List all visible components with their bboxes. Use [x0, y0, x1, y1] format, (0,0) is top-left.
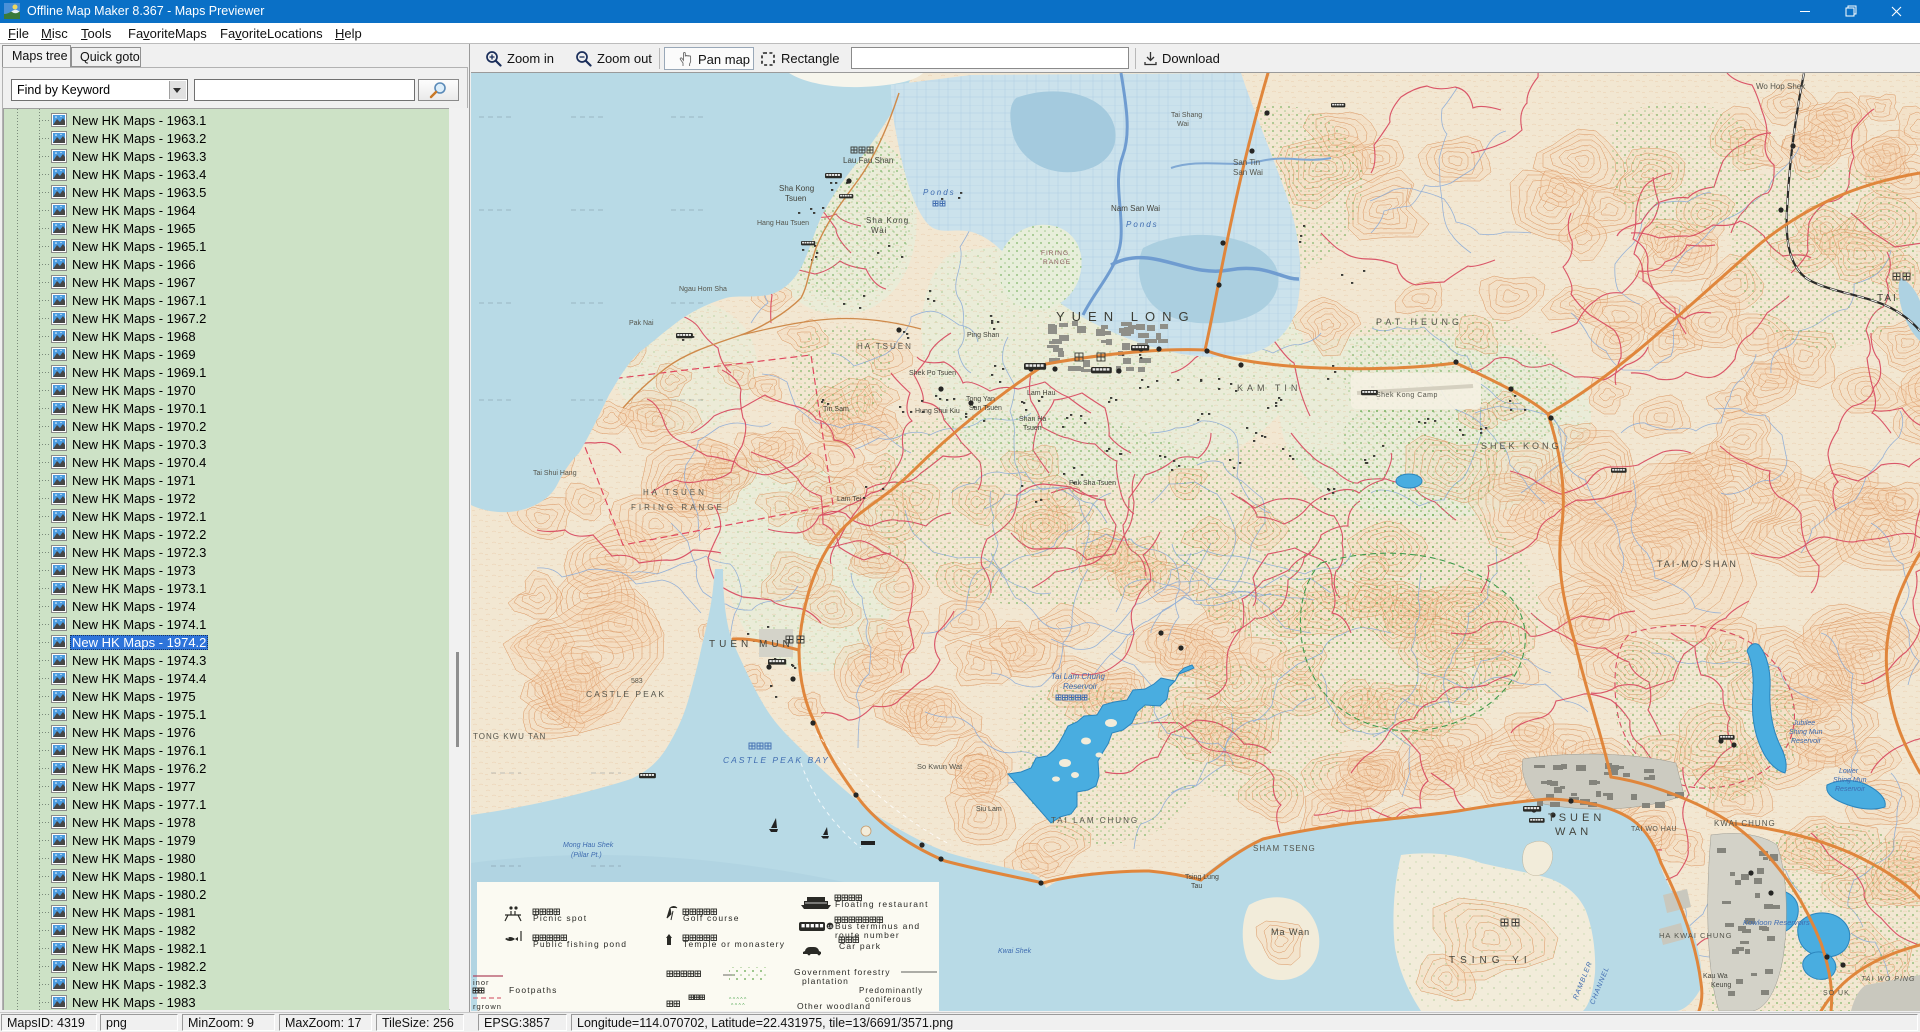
svg-text:San Wai: San Wai: [1233, 168, 1263, 177]
svg-text:Golf course: Golf course: [683, 913, 740, 923]
svg-text:16: 16: [827, 924, 833, 929]
svg-text:Wai: Wai: [1177, 121, 1189, 128]
svg-text:Tsing Lung: Tsing Lung: [1185, 874, 1219, 881]
svg-text:FIRING: FIRING: [1041, 250, 1069, 257]
svg-text:coniferous: coniferous: [865, 995, 912, 1004]
svg-text:SHAM TSENG: SHAM TSENG: [1253, 844, 1316, 853]
svg-text:HA TSUEN: HA TSUEN: [643, 488, 707, 497]
svg-text:Shing Mun: Shing Mun: [1789, 729, 1823, 736]
svg-text:PAT HEUNG: PAT HEUNG: [1376, 317, 1463, 327]
svg-text:(Pillar Pt.): (Pillar Pt.): [571, 852, 602, 859]
svg-text:plantation: plantation: [802, 976, 849, 986]
svg-text:HA KWAI CHUNG: HA KWAI CHUNG: [1659, 931, 1733, 940]
svg-text:Jubilee: Jubilee: [1792, 720, 1815, 727]
svg-text:Kau Wa: Kau Wa: [1703, 973, 1728, 980]
svg-text:Mong Hau Shek: Mong Hau Shek: [563, 842, 614, 849]
svg-text:Car park: Car park: [839, 941, 881, 951]
svg-text:TAI-MO-SHAN: TAI-MO-SHAN: [1657, 559, 1738, 569]
svg-text:583: 583: [631, 678, 643, 685]
svg-text:Tai Lam Chung: Tai Lam Chung: [1051, 672, 1106, 681]
svg-text:Predominantly: Predominantly: [859, 986, 923, 995]
svg-text:Keung: Keung: [1711, 982, 1731, 989]
svg-text:San Tsuen: San Tsuen: [969, 405, 1002, 412]
svg-text:Hung Shui Kiu: Hung Shui Kiu: [915, 408, 960, 415]
svg-text:Wo Hop Shek: Wo Hop Shek: [1756, 82, 1806, 91]
svg-text:Wai: Wai: [871, 226, 887, 235]
svg-text:Lau Fau Shan: Lau Fau Shan: [843, 156, 893, 165]
svg-text:Lower: Lower: [1839, 768, 1859, 775]
svg-text:KWAI CHUNG: KWAI CHUNG: [1714, 819, 1776, 828]
svg-text:Other woodland: Other woodland: [797, 1001, 871, 1011]
svg-text:Shing Mun: Shing Mun: [1833, 777, 1867, 784]
svg-text:Ma Wan: Ma Wan: [1271, 927, 1310, 937]
svg-text:Ngau Hom Sha: Ngau Hom Sha: [679, 286, 727, 293]
svg-text:Shek Po Tsuen: Shek Po Tsuen: [909, 370, 956, 377]
svg-text:Kwai Shek: Kwai Shek: [998, 948, 1032, 955]
svg-text:Picnic spot: Picnic spot: [533, 913, 587, 923]
svg-text:Sha Kong: Sha Kong: [866, 216, 909, 225]
svg-text:San Tin: San Tin: [1233, 158, 1260, 167]
svg-text:rgrown: rgrown: [473, 1002, 502, 1011]
svg-text:Kowloon Reservoirs: Kowloon Reservoirs: [1743, 918, 1810, 927]
svg-text:Tsuen: Tsuen: [785, 194, 806, 203]
svg-text:FIRING RANGE: FIRING RANGE: [631, 503, 725, 512]
svg-text:TAI WO PING: TAI WO PING: [1861, 976, 1915, 983]
svg-text:KAM TIN: KAM TIN: [1237, 383, 1301, 393]
svg-text:WAN: WAN: [1555, 826, 1592, 838]
svg-text:Pak Sha Tsuen: Pak Sha Tsuen: [1069, 480, 1116, 487]
svg-text:Floating restaurant: Floating restaurant: [835, 899, 929, 909]
svg-text:TSUEN: TSUEN: [1548, 812, 1605, 824]
svg-text:TSING YI: TSING YI: [1449, 955, 1532, 966]
svg-text:Sha Kong: Sha Kong: [779, 184, 814, 193]
svg-text:Tau: Tau: [1191, 883, 1202, 890]
svg-text:Public fishing pond: Public fishing pond: [533, 939, 627, 949]
svg-text:TAI LAM CHUNG: TAI LAM CHUNG: [1051, 816, 1139, 825]
svg-text:So Kwun Wat: So Kwun Wat: [917, 762, 963, 771]
svg-text:CASTLE PEAK BAY: CASTLE PEAK BAY: [723, 755, 830, 765]
svg-text:Lam Tei: Lam Tei: [837, 496, 862, 503]
svg-text:YUEN LONG: YUEN LONG: [1056, 309, 1196, 324]
svg-text:RANGE: RANGE: [1043, 259, 1071, 266]
svg-text:Tong Yan: Tong Yan: [966, 396, 995, 403]
svg-text:Ponds: Ponds: [923, 188, 956, 197]
svg-text:Lam Hau: Lam Hau: [1027, 390, 1056, 397]
svg-text:Tai Shui Hang: Tai Shui Hang: [533, 470, 577, 477]
svg-text:Reservoir: Reservoir: [1835, 786, 1866, 793]
svg-text:SO UK: SO UK: [1823, 990, 1850, 997]
svg-text:Hang Hau Tsuen: Hang Hau Tsuen: [757, 220, 809, 227]
svg-text:HA TSUEN: HA TSUEN: [857, 342, 913, 351]
svg-text:^ ^ ^ ^: ^ ^ ^ ^: [731, 1003, 745, 1009]
svg-text:Shan Ha: Shan Ha: [1019, 416, 1046, 423]
svg-text:Shek Kong Camp: Shek Kong Camp: [1376, 392, 1438, 399]
svg-text:Ponds: Ponds: [1126, 220, 1159, 229]
svg-text:inor: inor: [473, 978, 490, 987]
svg-text:Reservoir: Reservoir: [1063, 682, 1098, 691]
svg-text:Tai Shang: Tai Shang: [1171, 112, 1202, 119]
svg-text:Nam San Wai: Nam San Wai: [1111, 204, 1160, 213]
svg-text:TAI: TAI: [1877, 293, 1898, 304]
svg-text:TUEN MUN: TUEN MUN: [709, 639, 794, 650]
svg-text:Pak Nai: Pak Nai: [629, 320, 654, 327]
svg-text:Ping Shan: Ping Shan: [967, 332, 999, 339]
svg-text:SHEK KONG: SHEK KONG: [1481, 441, 1562, 451]
svg-text:CASTLE PEAK: CASTLE PEAK: [586, 689, 666, 699]
svg-text:Siu Lam: Siu Lam: [976, 806, 1002, 813]
svg-text:TAI WO HAU: TAI WO HAU: [1631, 826, 1677, 833]
svg-text:TONG KWU TAN: TONG KWU TAN: [473, 732, 546, 741]
svg-text:Tin Sam: Tin Sam: [823, 406, 849, 413]
svg-text:Tsuen: Tsuen: [1023, 425, 1042, 432]
svg-text:Footpaths: Footpaths: [509, 985, 558, 995]
svg-text:Reservoir: Reservoir: [1791, 738, 1822, 745]
svg-text:Temple or monastery: Temple or monastery: [683, 939, 785, 949]
